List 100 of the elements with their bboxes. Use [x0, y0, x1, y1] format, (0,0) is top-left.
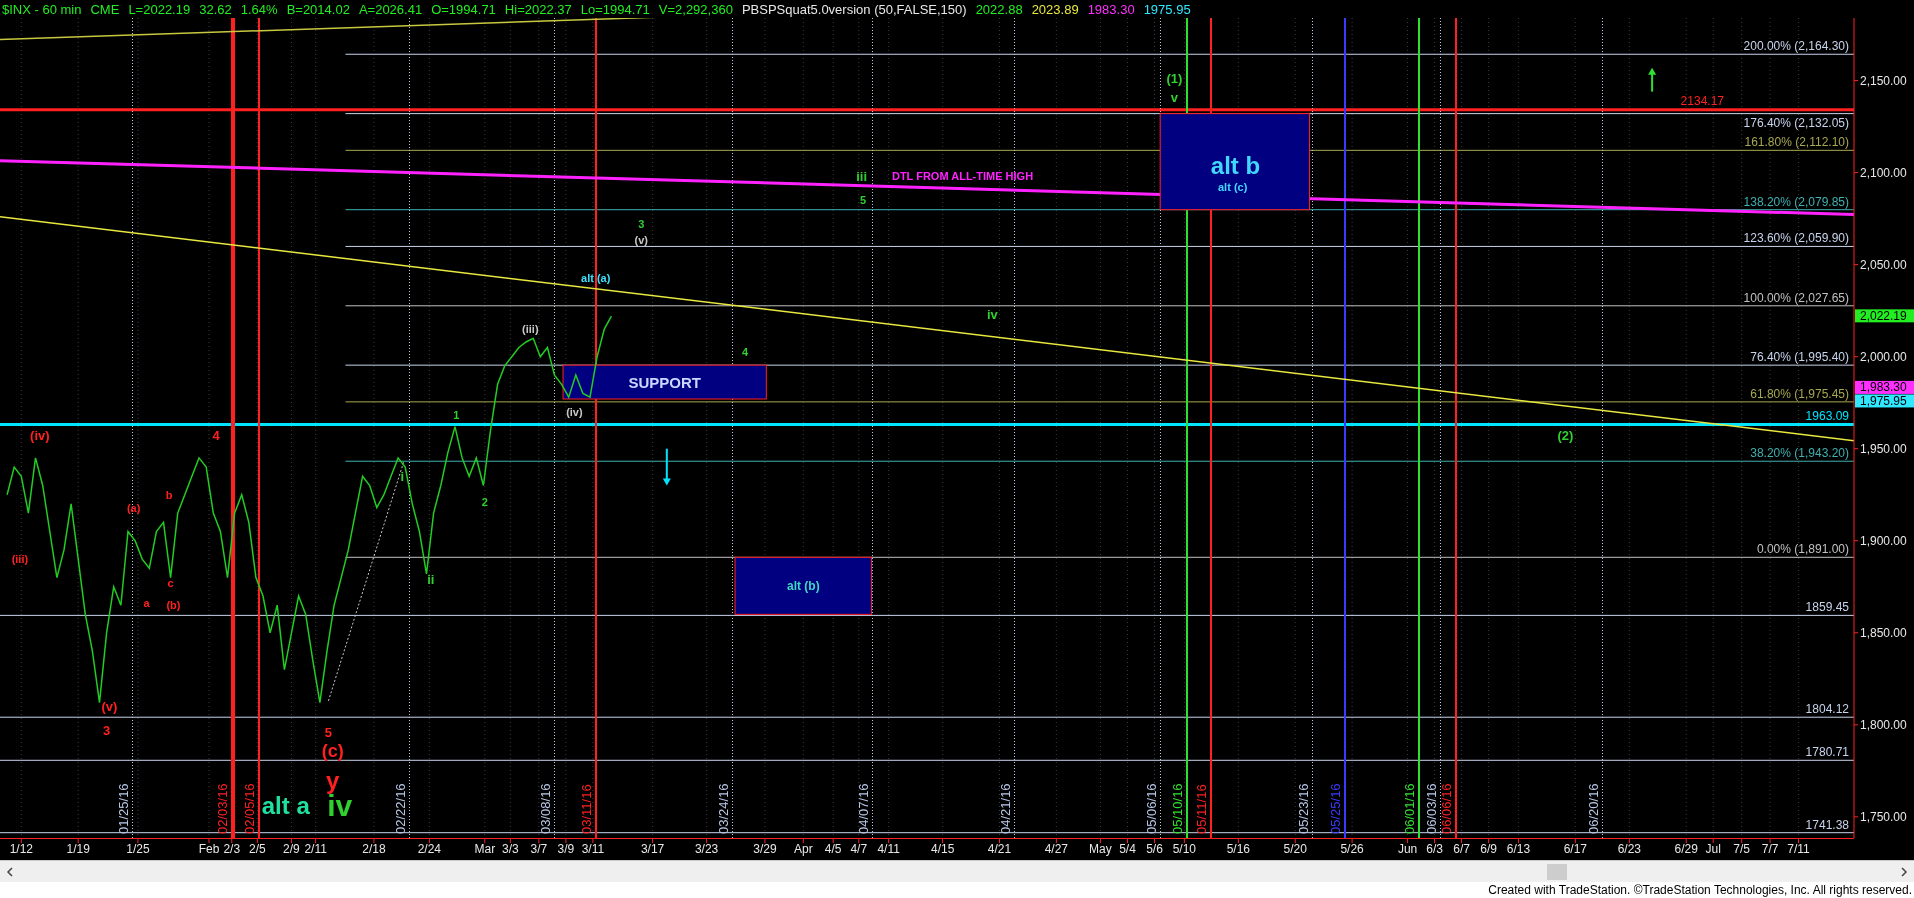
date-label: 06/01/16	[1402, 783, 1417, 834]
date-axis-label: 6/9	[1480, 842, 1497, 856]
date-label: 06/20/16	[1585, 783, 1601, 834]
price-axis-label: 1,900.00	[1860, 533, 1907, 548]
price-axis-label: 1,800.00	[1860, 717, 1907, 732]
price-level-label: 1804.12	[1805, 702, 1849, 717]
date-axis-label: 5/4	[1119, 842, 1136, 856]
wave-label: 3	[638, 218, 645, 231]
date-axis-label: 2/24	[417, 842, 442, 856]
wave-label: 4	[741, 345, 749, 358]
price-marker: 2,022.19	[1855, 308, 1914, 323]
date-label: 01/25/16	[115, 783, 131, 834]
date-axis-label: 2/18	[362, 842, 386, 856]
scroll-right-icon[interactable]	[1898, 865, 1910, 878]
date-axis-label: 6/13	[1506, 842, 1531, 856]
scroll-thumb[interactable]	[1547, 863, 1567, 880]
date-axis-label: 6/7	[1453, 842, 1470, 856]
date-axis-label: May	[1089, 842, 1112, 856]
date-axis-label: Apr	[793, 842, 813, 856]
fib-level-label: 176.40% (2,132.05)	[1743, 115, 1849, 130]
fib-level-label: 200.00% (2,164.30)	[1743, 39, 1849, 54]
price-marker: 1,983.30	[1855, 380, 1914, 395]
date-axis-label: 6/3	[1426, 842, 1443, 856]
price-axis-label: 1,750.00	[1860, 809, 1907, 824]
quote-value: 32.62	[199, 1, 232, 17]
quote-value: L=2022.19	[128, 1, 191, 17]
price-axis-label: 1,850.00	[1860, 625, 1907, 640]
wave-label: iv	[987, 306, 998, 322]
date-axis-label: 2/5	[249, 842, 266, 856]
date-label: 05/25/16	[1328, 783, 1343, 834]
wave-label: (iv)	[566, 405, 583, 418]
fib-level-label: 38.20% (1,943.20)	[1750, 446, 1849, 461]
date-label: 04/21/16	[997, 783, 1013, 834]
wave-label: ii	[427, 571, 435, 587]
wave-label: a	[143, 597, 150, 610]
date-axis-label: 6/17	[1563, 842, 1587, 856]
date-axis-label: 6/23	[1617, 842, 1642, 856]
date-label: 05/06/16	[1143, 783, 1159, 834]
date-axis-label: 5/26	[1340, 842, 1364, 856]
fib-level-label: 0.00% (1,891.00)	[1756, 542, 1849, 557]
date-label: 06/03/16	[1423, 783, 1439, 834]
quote-value: V=2,292,360	[658, 1, 733, 17]
wave-label: i	[400, 468, 405, 484]
price-level-label: 1859.45	[1805, 600, 1849, 615]
wave-label: b	[165, 488, 173, 501]
quote-value: PBSPSquat5.0version (50,FALSE,150)	[741, 1, 967, 17]
date-axis-label: 4/7	[850, 842, 868, 856]
quote-value: 1.64%	[240, 1, 278, 17]
scroll-left-icon[interactable]	[4, 865, 16, 878]
price-axis-label: 2,150.00	[1860, 73, 1907, 88]
wave-label: (v)	[101, 698, 118, 714]
date-axis-label: 5/20	[1283, 842, 1307, 856]
fib-level-label: 161.80% (2,112.10)	[1744, 135, 1849, 150]
quote-value: $INX - 60 min	[2, 1, 82, 17]
fib-level-label: 123.60% (2,059.90)	[1743, 231, 1849, 246]
date-axis-label: 3/29	[753, 842, 777, 856]
up-arrow-icon	[1648, 67, 1657, 93]
price-level-label: 1780.71	[1805, 745, 1849, 760]
quote-value: CME	[90, 1, 120, 17]
quote-value: 2022.88	[975, 1, 1023, 17]
wave-label: (iii)	[11, 553, 29, 566]
wave-label: (v)	[634, 233, 648, 246]
wave-label: alt (a)	[581, 271, 611, 284]
wave-label: (1)	[1166, 71, 1183, 87]
date-label: 04/07/16	[855, 783, 871, 834]
horizontal-scrollbar[interactable]	[0, 860, 1914, 882]
price-level-label: 2134.17	[1680, 93, 1724, 108]
date-label: 02/03/16	[215, 783, 230, 834]
zone-label: alt (c)	[1218, 181, 1248, 194]
date-label: 02/05/16	[242, 783, 257, 834]
date-label: 02/22/16	[392, 783, 408, 834]
date-axis-label: 3/17	[640, 842, 665, 856]
date-axis-label: 5/6	[1146, 842, 1163, 856]
date-axis-label: 7/7	[1761, 842, 1779, 856]
quote-value: 1983.30	[1087, 1, 1135, 17]
zone-label: alt (b)	[786, 578, 820, 593]
wave-label: 5	[324, 724, 333, 740]
price-marker: 1,975.95	[1855, 393, 1914, 408]
wave-label: (iii)	[522, 323, 539, 336]
quote-value: 1975.95	[1143, 1, 1191, 17]
quote-value: 2023.89	[1031, 1, 1079, 17]
date-label: 06/06/16	[1439, 783, 1454, 834]
zone-label: alt b	[1210, 151, 1261, 179]
date-label: 05/10/16	[1170, 783, 1185, 834]
price-level-label: 1963.09	[1805, 408, 1849, 423]
date-axis-label: 7/5	[1733, 842, 1750, 856]
date-axis-label: Jun	[1397, 842, 1418, 856]
price-level-label: 1741.38	[1805, 817, 1849, 832]
copyright-text: Created with TradeStation. ©TradeStation Technologies, Inc. All rights reserved.	[1488, 883, 1912, 897]
price-axis-label: 1,950.00	[1860, 441, 1907, 456]
date-axis-label: 2/11	[304, 842, 327, 856]
date-axis-label: 5/10	[1172, 842, 1196, 856]
wave-label: (c)	[321, 740, 344, 761]
date-axis-label: 6/29	[1674, 842, 1698, 856]
date-axis-label: 3/23	[694, 842, 719, 856]
wave-label: 4	[212, 428, 220, 444]
date-axis-label: 1/12	[9, 842, 33, 856]
date-axis-label: 3/9	[557, 842, 575, 856]
date-label: 03/24/16	[715, 783, 731, 834]
date-axis-label: 1/25	[126, 842, 150, 856]
